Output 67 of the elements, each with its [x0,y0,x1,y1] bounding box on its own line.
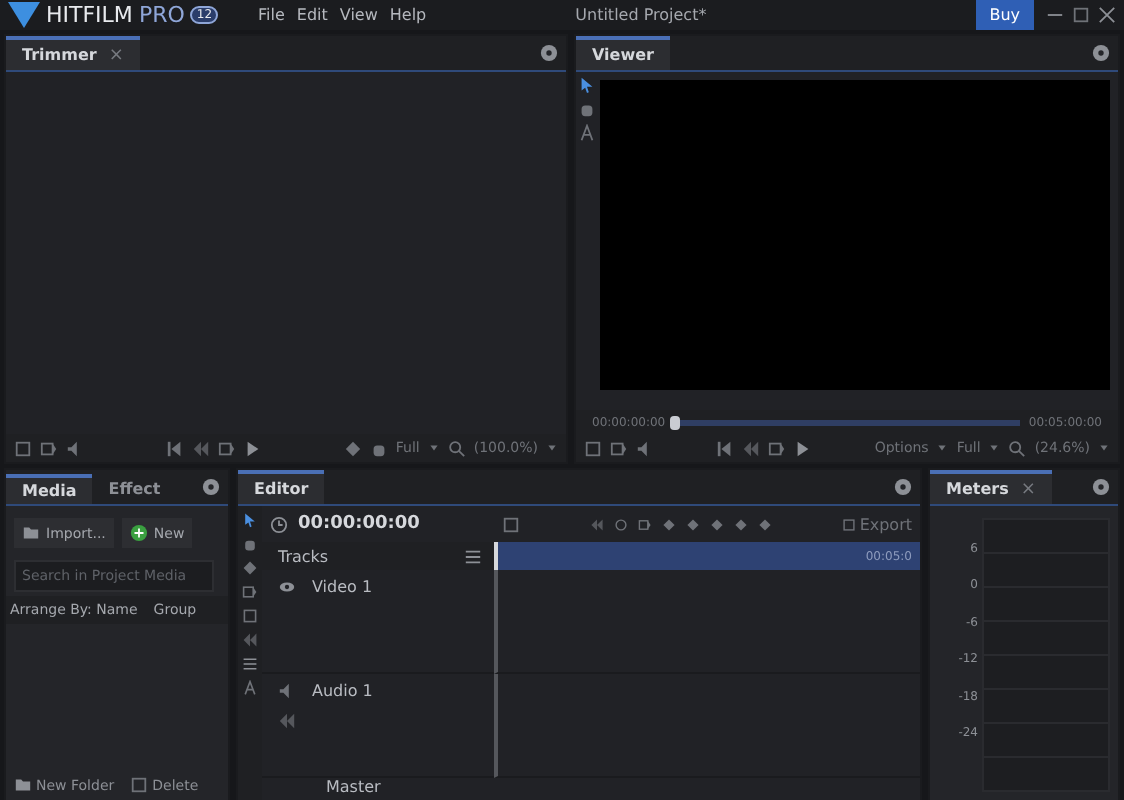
zoom-icon[interactable] [447,439,466,457]
keyframe-icon[interactable] [613,517,628,531]
timecode: 00:00:00:00 [298,514,420,534]
menu-icon[interactable] [464,547,482,565]
text-tool-icon[interactable] [577,124,595,142]
play-icon[interactable] [243,439,262,457]
eye-icon[interactable] [278,578,296,596]
insert-icon[interactable] [40,439,58,457]
plus-icon [129,524,148,542]
window-title: Untitled Project* [573,6,709,24]
app-name: HITFILM [46,2,133,28]
skip-back-icon[interactable] [716,439,735,457]
panel-tab[interactable]: Effect [92,474,177,504]
help-icon[interactable] [540,44,558,62]
help-icon[interactable] [202,478,220,496]
panel-tab[interactable]: Media [6,474,93,504]
help-icon[interactable] [894,478,912,496]
help-icon[interactable] [1092,478,1110,496]
caret-icon[interactable] [988,442,1001,454]
step-forward-icon[interactable] [217,439,236,457]
panel-tab[interactable]: Trimmer × [6,36,140,70]
track-name: Audio 1 [312,682,373,700]
panel-tab[interactable]: Meters × [930,470,1052,504]
help-icon[interactable] [1092,44,1110,62]
tracks-label: Tracks [278,547,329,565]
clock-icon [270,515,288,533]
app-edition: PRO [138,2,185,28]
keyframe-icon[interactable] [637,517,652,531]
panel-tab[interactable]: Editor [238,470,325,504]
close-icon[interactable] [1098,6,1116,24]
menu-item[interactable]: Help [389,6,427,24]
track-name: Video 1 [312,578,373,596]
menu-item[interactable]: File [258,6,285,24]
add-track-icon[interactable] [502,515,520,533]
caret-icon[interactable] [546,442,559,454]
menu-item[interactable]: View [339,6,378,24]
zoom-icon[interactable] [1008,439,1027,457]
caret-icon[interactable] [1098,442,1111,454]
close-button[interactable]: × [1020,479,1036,499]
marker-icon[interactable] [343,439,362,457]
scrubber-handle[interactable] [669,415,680,429]
keyframe-icon[interactable] [589,517,604,531]
caret-icon[interactable] [427,442,440,454]
maximize-icon[interactable] [1072,6,1090,24]
menu-item[interactable]: Edit [296,6,328,24]
skip-back-icon[interactable] [165,439,184,457]
caret-icon[interactable] [936,442,949,454]
folder-icon [14,776,32,794]
pointer-icon[interactable] [242,512,258,528]
export-button[interactable]: Export [841,515,912,533]
step-back-icon[interactable] [742,439,761,457]
insert-icon[interactable] [610,439,628,457]
timeline-scrubber[interactable] [673,419,1021,425]
close-button[interactable]: × [108,45,124,65]
tab-label: Trimmer [22,46,97,64]
step-back-icon[interactable] [191,439,210,457]
play-icon[interactable] [794,439,813,457]
tab-label: Meters [946,480,1009,498]
folder-icon [22,524,40,542]
track-name: Master [326,778,381,796]
frame-icon[interactable] [14,439,32,457]
step-forward-icon[interactable] [768,439,787,457]
pointer-icon[interactable] [577,76,595,94]
buy-button[interactable]: Buy [975,0,1034,30]
panel-tab[interactable]: Viewer [576,36,670,70]
logo-icon [8,0,40,30]
frame-icon[interactable] [584,439,602,457]
